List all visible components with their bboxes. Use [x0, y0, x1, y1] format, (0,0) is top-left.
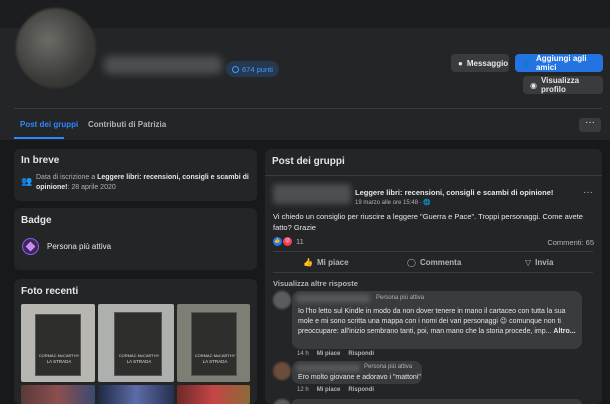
profile-avatar[interactable] — [16, 8, 96, 88]
recent-photos-title: Foto recenti — [21, 286, 79, 297]
like-button[interactable]: 👍 Mi piace — [303, 258, 349, 267]
view-more-replies-link[interactable]: Visualizza altre risposte — [273, 279, 358, 288]
book-author: CORMAC McCARTHY — [38, 353, 80, 358]
book-author: CORMAC McCARTHY — [194, 353, 236, 358]
comment-text-body: Io l'ho letto sul Kindle in modo da non … — [298, 308, 566, 335]
points-icon — [232, 65, 239, 73]
book-cover: CORMAC McCARTHY LA STRADA — [35, 314, 81, 376]
add-user-icon: 👤 — [522, 58, 532, 68]
book-author: CORMAC McCARTHY — [118, 353, 160, 358]
comment-like-button[interactable]: Mi piace — [317, 387, 341, 393]
share-button-label: Invia — [535, 258, 554, 267]
commenter-name-blurred — [296, 294, 370, 303]
comment-reply-button[interactable]: Rispondi — [348, 351, 374, 357]
like-reaction-icon: 👍 — [273, 237, 282, 246]
poster-name-blurred — [273, 184, 351, 204]
more-options-button[interactable]: ··· — [579, 118, 601, 132]
recent-photo-2[interactable]: CORMAC McCARTHY LA STRADA — [98, 304, 174, 382]
active-tab-indicator — [14, 137, 64, 139]
message-button[interactable]: ● Messaggio — [451, 54, 509, 72]
book-title: LA STRADA — [126, 359, 152, 364]
post-options-button[interactable]: ··· — [583, 187, 593, 198]
comment-bubble: Persona più attiva Io l'ho letto sul Kin… — [292, 291, 582, 349]
book-cover: CORMAC McCARTHY LA STRADA — [191, 312, 237, 376]
tab-group-posts[interactable]: Post dei gruppi — [20, 120, 78, 129]
comment-time: 12 h — [297, 387, 309, 393]
group-members-icon: 👥 — [21, 176, 33, 186]
messenger-icon: ● — [458, 58, 463, 68]
angry-reaction-icon: 😡 — [283, 237, 292, 246]
recent-photo-5[interactable] — [98, 385, 174, 404]
reactions-count: 11 — [296, 237, 304, 246]
add-friend-button[interactable]: 👤 Aggiungi agli amici — [515, 54, 603, 72]
view-profile-button[interactable]: ◉ Visualizza profilo — [523, 76, 603, 94]
book-cover: CORMAC McCARTHY LA STRADA — [114, 312, 162, 376]
intro-membership-text: Data di iscrizione a Leggere libri: rece… — [36, 173, 250, 193]
reactions-summary[interactable]: 👍 😡 11 — [273, 237, 304, 246]
comment-like-button[interactable]: Mi piace — [317, 351, 341, 357]
intro-date: : 28 aprile 2020 — [67, 184, 116, 191]
intro-prefix: Data di iscrizione a — [36, 174, 98, 181]
badge-icon — [22, 238, 39, 255]
commenter-name-blurred — [296, 364, 360, 372]
thumbs-up-icon: 👍 — [303, 258, 313, 267]
badge-label: Persona più attiva — [47, 242, 112, 251]
post-text: Vi chiedo un consiglio per riuscire a le… — [273, 212, 583, 232]
badge-title: Badge — [21, 215, 52, 226]
recent-photo-3[interactable]: CORMAC McCARTHY LA STRADA — [177, 304, 250, 382]
comment-button-label: Commenta — [419, 258, 462, 267]
add-friend-button-label: Aggiungi agli amici — [535, 54, 587, 72]
recent-photo-4[interactable] — [21, 385, 95, 404]
comment-button[interactable]: ◯ Commenta — [407, 258, 461, 267]
commenter-avatar[interactable] — [273, 362, 291, 380]
comment-text: Io l'ho letto sul Kindle in modo da non … — [298, 307, 576, 337]
group-posts-feed: Post dei gruppi Leggere libri: recension… — [265, 149, 602, 404]
privacy-globe-icon: 🌐 — [423, 200, 431, 206]
like-button-label: Mi piace — [316, 258, 349, 267]
tabs-divider — [14, 108, 602, 109]
comment-reply-button[interactable]: Rispondi — [348, 387, 374, 393]
top-bar — [0, 0, 610, 28]
commenter-badge: Persona più attiva — [364, 364, 413, 370]
see-more-link[interactable]: Altro... — [553, 328, 575, 335]
recent-photo-6[interactable] — [177, 385, 250, 404]
commenter-avatar[interactable] — [273, 399, 291, 404]
view-profile-button-label: Visualizza profilo — [540, 76, 580, 94]
post-timestamp: 19 marzo alle ore 15:48 · 🌐 — [355, 199, 431, 206]
user-icon: ◉ — [530, 80, 537, 90]
points-badge[interactable]: 674 punti — [226, 61, 279, 77]
comment-text: Ero molto giovane e adoravo i "mattoni" — [298, 374, 421, 381]
post-group-link[interactable]: Leggere libri: recensioni, consigli e sc… — [355, 188, 553, 197]
comment-icon: ◯ — [407, 258, 416, 267]
send-icon: ▽ — [525, 258, 532, 267]
comment-actions: 14 h Mi piace Rispondi — [297, 351, 374, 357]
actions-divider-bottom — [273, 272, 593, 273]
share-button[interactable]: ▽ Invia — [525, 258, 553, 267]
intro-card: In breve 👥 Data di iscrizione a Leggere … — [14, 149, 257, 201]
book-title: LA STRADA — [46, 359, 72, 364]
post-time: 19 marzo alle ore 15:48 · — [355, 200, 424, 206]
tab-patrizia-contributions[interactable]: Contributi di Patrizia — [88, 120, 166, 129]
comments-count[interactable]: Commenti: 65 — [547, 238, 594, 247]
recent-photos-card: Foto recenti CORMAC McCARTHY LA STRADA C… — [14, 279, 257, 404]
comment-bubble: Persona più attiva Ero molto giovane e a… — [292, 361, 422, 384]
feed-divider — [265, 175, 602, 176]
badge-card: Badge Persona più attiva — [14, 208, 257, 270]
actions-divider-top — [273, 251, 593, 252]
book-title: LA STRADA — [202, 359, 228, 364]
intro-title: In breve — [21, 155, 60, 166]
message-button-label: Messaggio — [466, 58, 509, 68]
commenter-badge: Persona più attiva — [376, 295, 425, 301]
comment-bubble — [292, 399, 582, 404]
profile-name-blurred — [104, 56, 222, 74]
comment-time: 14 h — [297, 351, 309, 357]
profile-header: 674 punti ● Messaggio 👤 Aggiungi agli am… — [0, 0, 610, 140]
comment-actions: 12 h Mi piace Rispondi — [297, 387, 374, 393]
commenter-avatar[interactable] — [273, 291, 291, 309]
points-label: 674 punti — [242, 64, 273, 74]
recent-photo-1[interactable]: CORMAC McCARTHY LA STRADA — [21, 304, 95, 382]
feed-title: Post dei gruppi — [272, 156, 345, 167]
